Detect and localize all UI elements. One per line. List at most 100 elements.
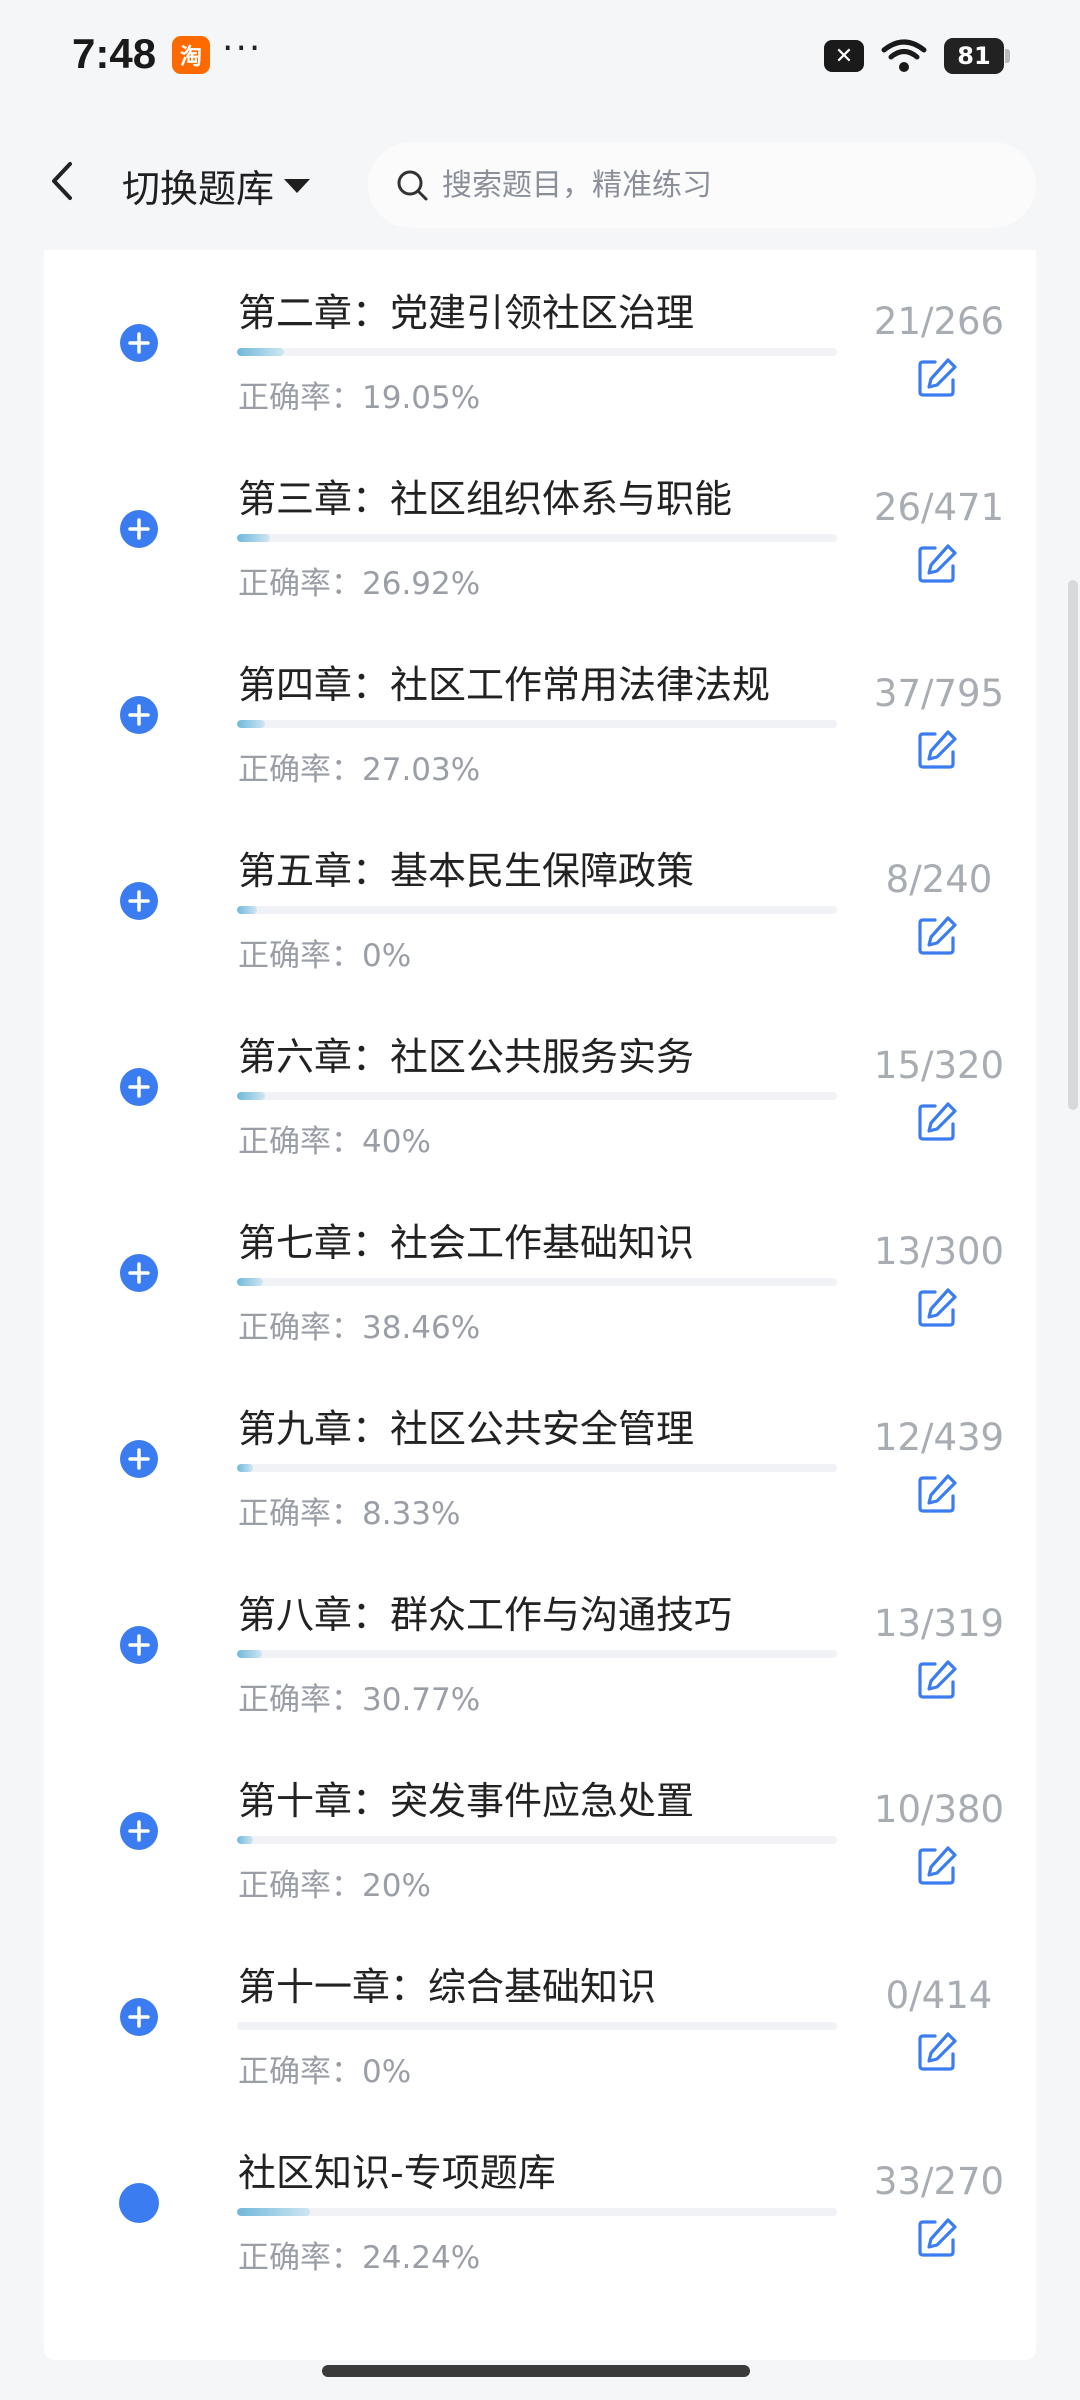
edit-icon[interactable] (915, 728, 959, 772)
wifi-icon (881, 39, 927, 72)
progress-bar (237, 348, 837, 356)
progress-count: 26/471 (873, 486, 1005, 529)
accuracy-label: 正确率：26.92% (238, 566, 481, 602)
progress-fill (237, 1836, 253, 1844)
progress-count: 8/240 (885, 858, 993, 901)
status-right-icons: ✕ 81 (824, 38, 1010, 74)
chapter-title: 第三章：社区组织体系与职能 (238, 477, 733, 521)
muted-x-icon: ✕ (824, 40, 864, 72)
chapter-title: 第十章：突发事件应急处置 (238, 1779, 695, 1823)
chapter-item[interactable]: 第九章：社区公共安全管理 正确率：8.33% 12/439 (44, 1366, 1036, 1556)
accuracy-label: 正确率：19.05% (238, 380, 481, 416)
accuracy-label: 正确率：38.46% (238, 1310, 481, 1346)
plus-icon[interactable] (119, 1067, 159, 1107)
edit-icon[interactable] (915, 914, 959, 958)
search-bar[interactable] (368, 142, 1036, 228)
progress-fill (237, 1464, 254, 1472)
progress-bar (237, 2208, 837, 2216)
taobao-app-icon: 淘 (172, 36, 210, 74)
edit-icon[interactable] (915, 1658, 959, 1702)
chapter-title: 第九章：社区公共安全管理 (238, 1407, 695, 1451)
progress-fill (237, 1650, 262, 1658)
edit-icon[interactable] (915, 542, 959, 586)
chapter-item[interactable]: 第七章：社会工作基础知识 正确率：38.46% 13/300 (44, 1180, 1036, 1370)
progress-fill (237, 906, 257, 914)
plus-icon[interactable] (119, 1439, 159, 1479)
progress-count: 12/439 (873, 1416, 1005, 1459)
chapter-title: 第六章：社区公共服务实务 (238, 1035, 695, 1079)
progress-bar (237, 1836, 837, 1844)
chapter-item[interactable]: 第八章：群众工作与沟通技巧 正确率：30.77% 13/319 (44, 1552, 1036, 1742)
progress-count: 10/380 (873, 1788, 1005, 1831)
chapter-title: 第二章：党建引领社区治理 (238, 291, 695, 335)
chapter-title: 第八章：群众工作与沟通技巧 (238, 1593, 733, 1637)
plus-icon[interactable] (119, 881, 159, 921)
progress-bar (237, 534, 837, 542)
chapter-item[interactable]: 第五章：基本民生保障政策 正确率：0% 8/240 (44, 808, 1036, 998)
chapter-title: 第七章：社会工作基础知识 (238, 1221, 695, 1265)
chapter-item[interactable]: 第十一章：综合基础知识 正确率：0% 0/414 (44, 1924, 1036, 2114)
chapter-title: 第五章：基本民生保障政策 (238, 849, 695, 893)
chapter-item[interactable]: 第四章：社区工作常用法律法规 正确率：27.03% 37/795 (44, 622, 1036, 812)
edit-icon[interactable] (915, 1100, 959, 1144)
edit-icon[interactable] (915, 1472, 959, 1516)
progress-fill (237, 348, 285, 356)
plus-icon[interactable] (119, 1253, 159, 1293)
accuracy-label: 正确率：30.77% (238, 1682, 481, 1718)
scrollbar[interactable] (1068, 580, 1078, 1110)
progress-count: 13/319 (873, 1602, 1005, 1645)
chapter-item[interactable]: 第十章：突发事件应急处置 正确率：20% 10/380 (44, 1738, 1036, 1928)
switch-question-bank-button[interactable]: 切换题库 (122, 158, 311, 213)
plus-icon[interactable] (119, 1811, 159, 1851)
accuracy-label: 正确率：8.33% (238, 1496, 461, 1532)
edit-icon[interactable] (915, 2216, 959, 2260)
back-icon[interactable] (40, 158, 86, 204)
chapter-item[interactable]: 第三章：社区组织体系与职能 正确率：26.92% 26/471 (44, 436, 1036, 626)
home-indicator[interactable] (322, 2365, 750, 2377)
chapter-title: 第四章：社区工作常用法律法规 (238, 663, 771, 707)
plus-icon[interactable] (119, 1625, 159, 1665)
chapter-item[interactable]: 第六章：社区公共服务实务 正确率：40% 15/320 (44, 994, 1036, 1184)
edit-icon[interactable] (915, 1286, 959, 1330)
dot-icon[interactable] (119, 2183, 159, 2223)
progress-count: 21/266 (873, 300, 1005, 343)
progress-count: 37/795 (873, 672, 1005, 715)
plus-icon[interactable] (119, 509, 159, 549)
search-icon (397, 170, 428, 201)
switch-bank-label: 切换题库 (122, 167, 275, 211)
progress-count: 0/414 (885, 1974, 993, 2017)
progress-bar (237, 720, 837, 728)
chapter-item[interactable]: 第二章：党建引领社区治理 正确率：19.05% 21/266 (44, 250, 1036, 440)
progress-bar (237, 1278, 837, 1286)
chapter-list-card: 第二章：党建引领社区治理 正确率：19.05% 21/266 第三章：社区组织体… (44, 250, 1036, 2360)
chapter-title: 第十一章：综合基础知识 (238, 1965, 657, 2009)
search-input[interactable] (442, 167, 1036, 203)
more-notifications-icon: ··· (222, 28, 263, 69)
progress-fill (237, 720, 266, 728)
progress-fill (237, 2208, 311, 2216)
battery-indicator: 81 (944, 38, 1010, 74)
chapter-item[interactable]: 社区知识-专项题库 正确率：24.24% 33/270 (44, 2110, 1036, 2300)
accuracy-label: 正确率：0% (238, 938, 412, 974)
progress-bar (237, 1650, 837, 1658)
status-bar: 7:48 淘 ··· ✕ 81 (0, 0, 1080, 118)
progress-fill (237, 1092, 266, 1100)
accuracy-label: 正确率：27.03% (238, 752, 481, 788)
progress-bar (237, 1464, 837, 1472)
progress-bar (237, 1092, 837, 1100)
progress-count: 13/300 (873, 1230, 1005, 1273)
plus-icon[interactable] (119, 1997, 159, 2037)
edit-icon[interactable] (915, 2030, 959, 2074)
accuracy-label: 正确率：20% (238, 1868, 431, 1904)
accuracy-label: 正确率：40% (238, 1124, 431, 1160)
plus-icon[interactable] (119, 323, 159, 363)
plus-icon[interactable] (119, 695, 159, 735)
accuracy-label: 正确率：0% (238, 2054, 412, 2090)
status-time: 7:48 (72, 30, 157, 77)
progress-fill (237, 1278, 263, 1286)
progress-count: 33/270 (873, 2160, 1005, 2203)
progress-fill (237, 534, 270, 542)
chapter-title: 社区知识-专项题库 (238, 2151, 556, 2195)
edit-icon[interactable] (915, 356, 959, 400)
edit-icon[interactable] (915, 1844, 959, 1888)
